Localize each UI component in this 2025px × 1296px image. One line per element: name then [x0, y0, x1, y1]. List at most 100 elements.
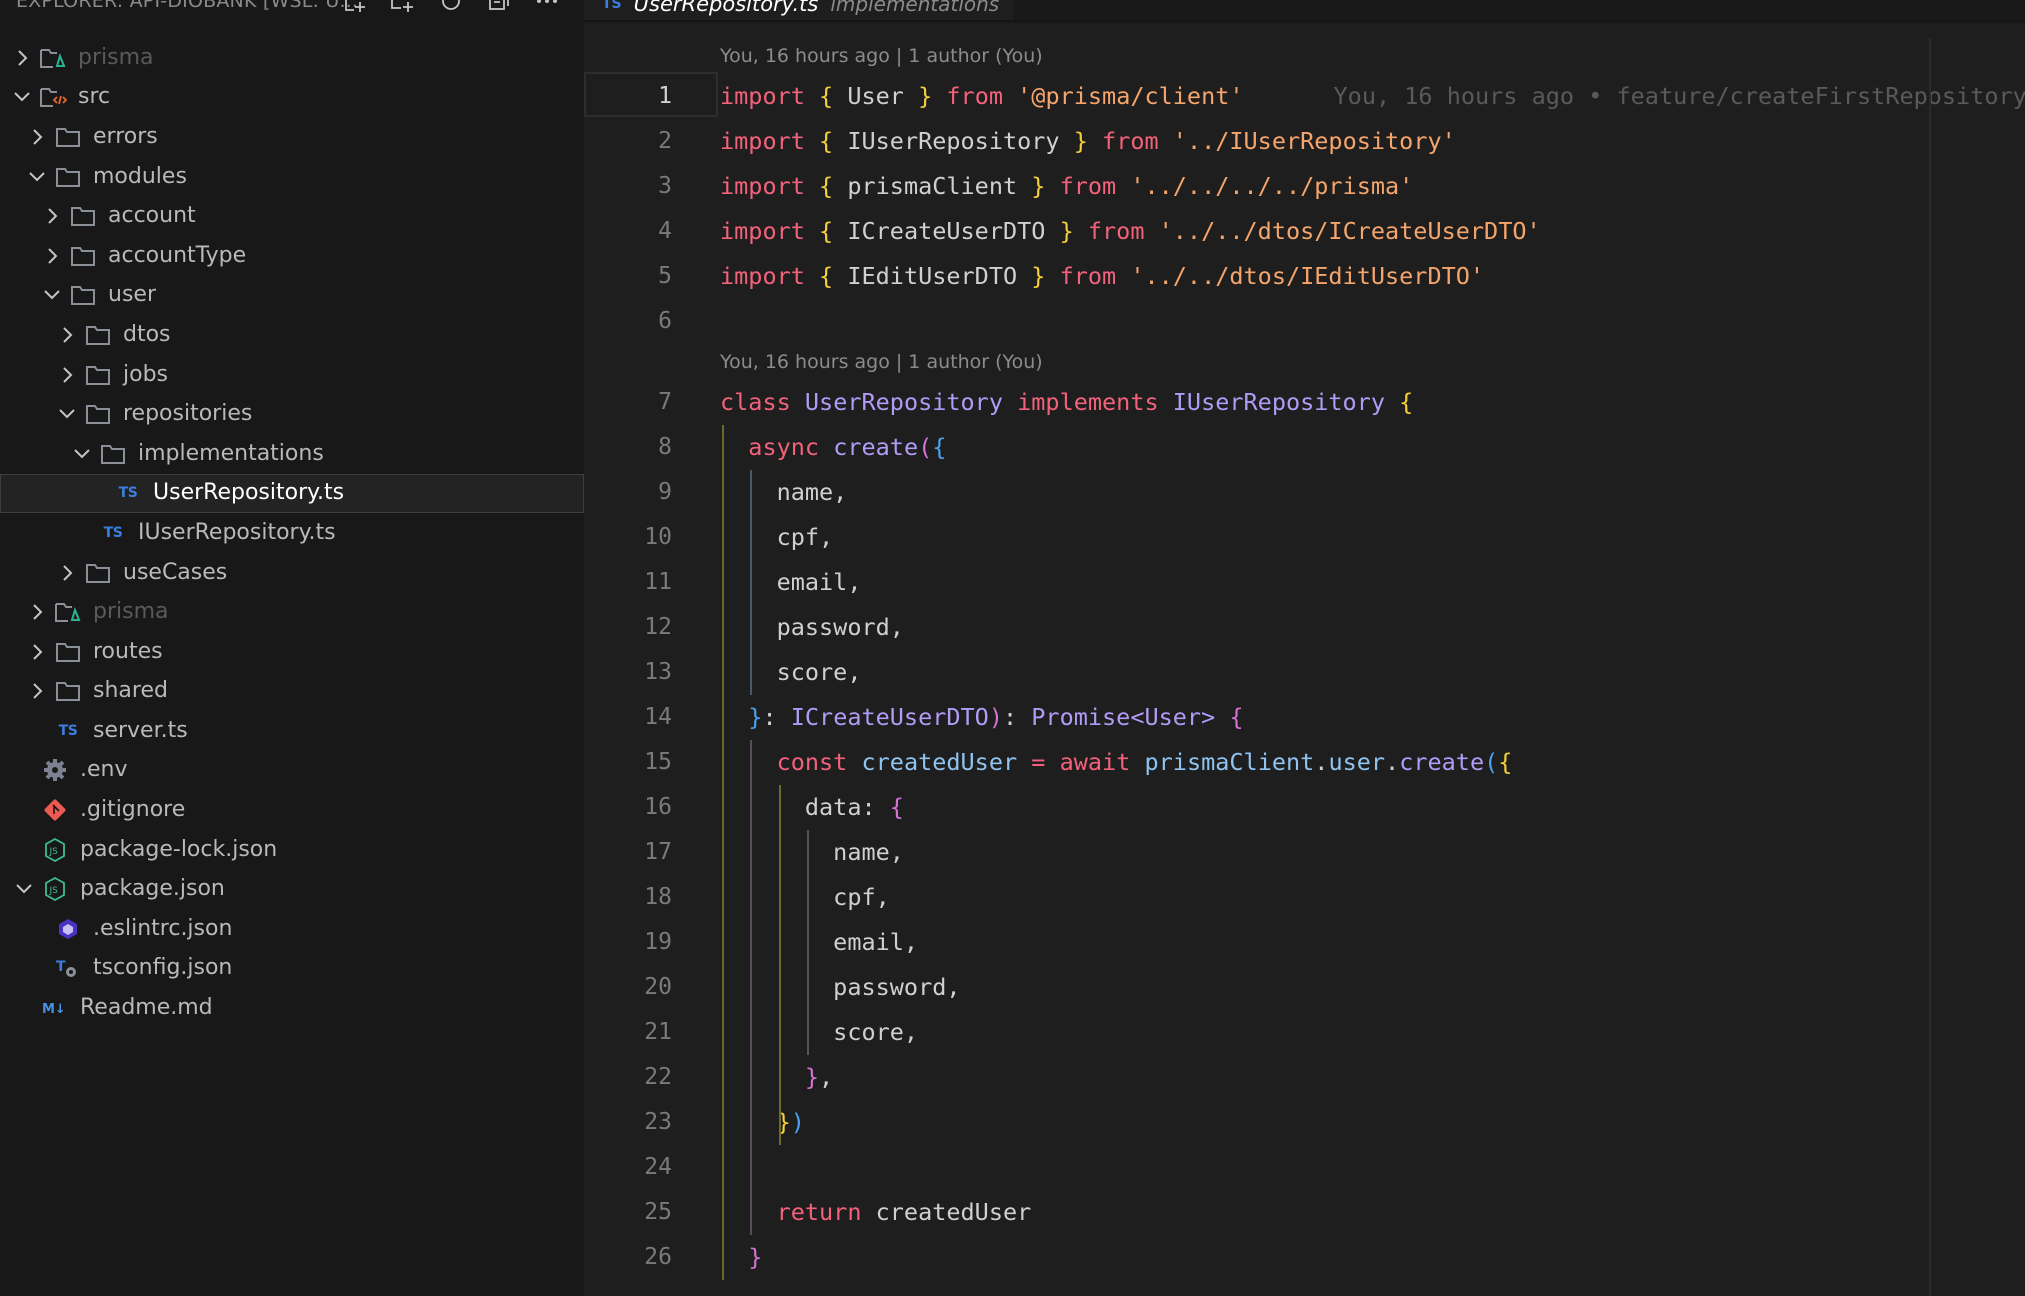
tree-item-package-lock-json[interactable]: JS package-lock.json: [0, 830, 584, 870]
prisma-folder-icon: [53, 600, 83, 624]
chevron-down-icon[interactable]: [12, 87, 32, 107]
chevron-down-icon[interactable]: [14, 879, 34, 899]
git-icon: [40, 798, 70, 822]
code-token: }: [1073, 127, 1088, 155]
indent-guide: [806, 965, 809, 1010]
line-number: 3: [658, 173, 672, 199]
tree-item-accounttype[interactable]: accountType: [0, 236, 584, 276]
tree-item-label: useCases: [123, 559, 228, 585]
chevron-down-icon[interactable]: [72, 444, 92, 464]
chevron-down-icon[interactable]: [57, 404, 77, 424]
chevron-right-icon[interactable]: [12, 48, 32, 68]
code-line[interactable]: 22 },: [584, 1055, 2025, 1100]
code-line[interactable]: 2 import { IUserRepository } from '../IUs…: [584, 119, 2025, 164]
tree-item-iuserrepository-ts[interactable]: TS IUserRepository.ts: [0, 513, 584, 553]
tree-item-package-json[interactable]: JS package.json: [0, 869, 584, 909]
code-line[interactable]: 9 name,: [584, 470, 2025, 515]
tree-item-usecases[interactable]: useCases: [0, 553, 584, 593]
chevron-down-icon[interactable]: [42, 285, 62, 305]
tree-item-prisma[interactable]: prisma: [0, 38, 584, 78]
tree-item-shared[interactable]: shared: [0, 672, 584, 712]
chevron-right-icon[interactable]: [27, 681, 47, 701]
tree-item-tsconfig-json[interactable]: Ttsconfig.json: [0, 949, 584, 989]
tree-item-modules[interactable]: modules: [0, 157, 584, 197]
code-text: name,: [720, 470, 848, 515]
chevron-right-icon[interactable]: [57, 365, 77, 385]
code-text: cpf,: [720, 515, 834, 560]
code-line[interactable]: 17 name,: [584, 830, 2025, 875]
code-line[interactable]: 11 email,: [584, 560, 2025, 605]
code-line[interactable]: 3 import { prismaClient } from '../../../…: [584, 164, 2025, 209]
code-token: create: [833, 433, 919, 461]
code-line[interactable]: 14 }: ICreateUserDTO): Promise<User> {: [584, 695, 2025, 740]
code-line[interactable]: 10 cpf,: [584, 515, 2025, 560]
code-editor[interactable]: You, 16 hours ago | 1 author (You) 1 impor…: [584, 38, 2025, 1280]
indent-guide: [750, 1100, 753, 1145]
tree-item-routes[interactable]: routes: [0, 632, 584, 672]
folder-icon: [53, 125, 83, 149]
tree-item-gitignore[interactable]: .gitignore: [0, 790, 584, 830]
code-line[interactable]: 6: [584, 299, 2025, 344]
tree-item-userrepository-ts[interactable]: TS UserRepository.ts: [0, 473, 584, 514]
chevron-right-icon[interactable]: [27, 642, 47, 662]
code-line[interactable]: 25 return createdUser: [584, 1190, 2025, 1235]
tree-item-account[interactable]: account: [0, 196, 584, 236]
tree-item-readme-md[interactable]: M↓ Readme.md: [0, 988, 584, 1028]
code-line[interactable]: 18 cpf,: [584, 875, 2025, 920]
line-number: 20: [644, 974, 672, 1000]
chevron-right-icon[interactable]: [42, 246, 62, 266]
code-line[interactable]: 4 import { ICreateUserDTO } from '../../d…: [584, 209, 2025, 254]
code-line[interactable]: 16 data: {: [584, 785, 2025, 830]
more-actions-icon[interactable]: [532, 0, 562, 16]
code-token: }: [748, 703, 763, 731]
chevron-right-icon[interactable]: [42, 206, 62, 226]
tree-item-user[interactable]: user: [0, 276, 584, 316]
indent-guide: [722, 965, 724, 1010]
chevron-right-icon[interactable]: [57, 563, 77, 583]
codelens-blame[interactable]: You, 16 hours ago | 1 author (You): [584, 38, 2025, 74]
code-line[interactable]: 26 }: [584, 1235, 2025, 1280]
tree-item-repositories[interactable]: repositories: [0, 394, 584, 434]
tree-item-label: tsconfig.json: [93, 955, 233, 981]
code-line[interactable]: 19 email,: [584, 920, 2025, 965]
code-text: email,: [720, 560, 862, 605]
tree-item-env[interactable]: .env: [0, 751, 584, 791]
svg-text:M↓: M↓: [42, 1002, 66, 1017]
code-text: import { prismaClient } from '../../../.…: [720, 164, 1413, 209]
code-line[interactable]: 13 score,: [584, 650, 2025, 695]
tree-item-errors[interactable]: errors: [0, 117, 584, 157]
tree-item-prisma[interactable]: prisma: [0, 592, 584, 632]
tree-item-dtos[interactable]: dtos: [0, 315, 584, 355]
codelens-blame[interactable]: You, 16 hours ago | 1 author (You): [584, 344, 2025, 380]
tree-item-src[interactable]: src: [0, 78, 584, 118]
tree-item-jobs[interactable]: jobs: [0, 355, 584, 395]
code-line[interactable]: 20 password,: [584, 965, 2025, 1010]
tree-item-eslintrc-json[interactable]: .eslintrc.json: [0, 909, 584, 949]
new-folder-icon[interactable]: [388, 0, 418, 16]
chevron-down-icon[interactable]: [27, 167, 47, 187]
code-line[interactable]: 23 }): [584, 1100, 2025, 1145]
code-line[interactable]: 7 class UserRepository implements IUserRe…: [584, 380, 2025, 425]
chevron-right-icon[interactable]: [57, 325, 77, 345]
code-line[interactable]: 12 password,: [584, 605, 2025, 650]
code-line[interactable]: 8 async create({: [584, 425, 2025, 470]
code-line[interactable]: 24: [584, 1145, 2025, 1190]
tree-item-implementations[interactable]: implementations: [0, 434, 584, 474]
chevron-right-icon[interactable]: [27, 127, 47, 147]
folder-icon: [83, 363, 113, 387]
collapse-all-icon[interactable]: [484, 0, 514, 16]
code-line[interactable]: 5 import { IEditUserDTO } from '../../dto…: [584, 254, 2025, 299]
code-line[interactable]: 21 score,: [584, 1010, 2025, 1055]
code-line[interactable]: 15 const createdUser = await prismaClien…: [584, 740, 2025, 785]
tab-user-repository[interactable]: TS UserRepository.ts implementations ✕: [584, 0, 1060, 20]
new-file-icon[interactable]: [340, 0, 370, 16]
tree-item-server-ts[interactable]: TS server.ts: [0, 711, 584, 751]
chevron-right-icon[interactable]: [27, 602, 47, 622]
indent-guide: [750, 470, 753, 515]
code-line[interactable]: 1 import { User } from '@prisma/client' Yo…: [584, 72, 2025, 119]
refresh-icon[interactable]: [436, 0, 466, 16]
